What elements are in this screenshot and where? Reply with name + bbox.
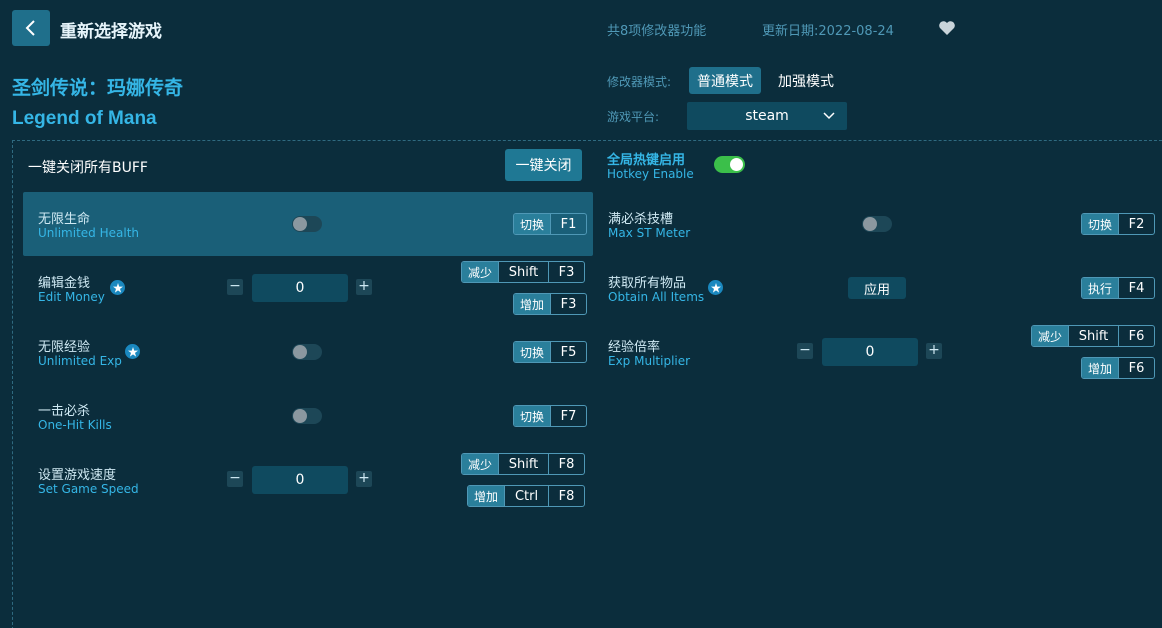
decrement-button[interactable]: − (227, 471, 243, 487)
page-title: 重新选择游戏 (60, 17, 162, 42)
star-icon (125, 344, 140, 359)
apply-button[interactable]: 应用 (848, 277, 906, 299)
edit-money-value[interactable]: 0 (252, 274, 348, 302)
decrement-button[interactable]: − (797, 343, 813, 359)
update-date: 更新日期:2022-08-24 (762, 20, 894, 39)
mode-label: 修改器模式: (607, 73, 671, 90)
mode-normal-button[interactable]: 普通模式 (689, 67, 761, 94)
hotkey-key: F7 (550, 406, 586, 426)
hotkey-key: F1 (550, 214, 586, 234)
hotkey-action-label: 减少 (1032, 326, 1068, 346)
max-st-meter-toggle[interactable] (862, 216, 892, 232)
decrement-button[interactable]: − (227, 279, 243, 295)
hotkey-toggle-f7[interactable]: 切换 F7 (513, 405, 587, 427)
feature-label-cn: 设置游戏速度 (38, 464, 116, 483)
hotkey-execute-f4[interactable]: 执行 F4 (1081, 277, 1155, 299)
hotkey-action-label: 增加 (468, 486, 504, 506)
feature-label-en: Unlimited Health (38, 226, 139, 240)
feature-label-en: Unlimited Exp (38, 354, 122, 368)
hotkey-toggle-f1[interactable]: 切换 F1 (513, 213, 587, 235)
chevron-down-icon (823, 110, 835, 120)
hotkey-key: Shift (498, 454, 548, 474)
feature-label-en: Set Game Speed (38, 482, 139, 496)
hotkey-action-label: 执行 (1082, 278, 1118, 298)
feature-label-en: One-Hit Kills (38, 418, 112, 432)
hotkey-decrease-shift-f8[interactable]: 减少 Shift F8 (461, 453, 585, 475)
all-off-label: 一键关闭所有BUFF (28, 157, 148, 177)
hotkey-key: F3 (548, 262, 584, 282)
hotkey-enable-label-cn: 全局热键启用 (607, 149, 685, 168)
platform-select[interactable]: steam (687, 102, 847, 130)
hotkey-toggle-f5[interactable]: 切换 F5 (513, 341, 587, 363)
star-icon (708, 280, 723, 295)
back-button[interactable] (12, 10, 50, 46)
toggle-knob (863, 217, 877, 231)
increment-button[interactable]: + (356, 279, 372, 295)
exp-multiplier-value[interactable]: 0 (822, 338, 918, 366)
hotkey-decrease-shift-f6[interactable]: 减少 Shift F6 (1031, 325, 1155, 347)
hotkey-key: F6 (1118, 358, 1154, 378)
platform-label: 游戏平台: (607, 108, 659, 125)
hotkey-key: F2 (1118, 214, 1154, 234)
feature-label-cn: 获取所有物品 (608, 272, 686, 291)
feature-count: 共8项修改器功能 (607, 20, 706, 39)
hotkey-enable-toggle[interactable] (714, 156, 745, 173)
hotkey-key: Ctrl (504, 486, 548, 506)
feature-label-cn: 无限经验 (38, 336, 90, 355)
increment-button[interactable]: + (356, 471, 372, 487)
increment-button[interactable]: + (926, 343, 942, 359)
heart-icon[interactable] (938, 20, 956, 36)
toggle-knob (293, 217, 307, 231)
toggle-knob (293, 345, 307, 359)
game-title-cn: 圣剑传说：玛娜传奇 (12, 73, 183, 100)
hotkey-key: Shift (498, 262, 548, 282)
hotkey-key: F5 (550, 342, 586, 362)
feature-label-cn: 一击必杀 (38, 400, 90, 419)
hotkey-key: F3 (550, 294, 586, 314)
all-off-button[interactable]: 一键关闭 (505, 149, 582, 181)
hotkey-toggle-f2[interactable]: 切换 F2 (1081, 213, 1155, 235)
hotkey-key: F8 (548, 454, 584, 474)
hotkey-key: F8 (548, 486, 584, 506)
toggle-knob (730, 158, 743, 171)
hotkey-key: F4 (1118, 278, 1154, 298)
hotkey-key: F6 (1118, 326, 1154, 346)
star-icon (110, 280, 125, 295)
hotkey-increase-ctrl-f8[interactable]: 增加 Ctrl F8 (467, 485, 585, 507)
hotkey-action-label: 切换 (514, 406, 550, 426)
feature-label-en: Exp Multiplier (608, 354, 690, 368)
hotkey-action-label: 增加 (514, 294, 550, 314)
feature-label-cn: 满必杀技槽 (608, 208, 673, 227)
hotkey-key: Shift (1068, 326, 1118, 346)
hotkey-enable-label-en: Hotkey Enable (607, 167, 694, 181)
game-title-en: Legend of Mana (12, 108, 157, 130)
feature-label-cn: 经验倍率 (608, 336, 660, 355)
hotkey-action-label: 切换 (1082, 214, 1118, 234)
game-speed-value[interactable]: 0 (252, 466, 348, 494)
feature-label-en: Max ST Meter (608, 226, 690, 240)
toggle-knob (293, 409, 307, 423)
unlimited-health-toggle[interactable] (292, 216, 322, 232)
feature-label-en: Edit Money (38, 290, 105, 304)
platform-value: steam (745, 108, 789, 124)
feature-label-cn: 无限生命 (38, 208, 90, 227)
hotkey-action-label: 增加 (1082, 358, 1118, 378)
chevron-left-icon (23, 19, 39, 37)
feature-label-en: Obtain All Items (608, 290, 704, 304)
hotkey-decrease-shift-f3[interactable]: 减少 Shift F3 (461, 261, 585, 283)
mode-enhanced-button[interactable]: 加强模式 (770, 67, 842, 94)
hotkey-increase-f6[interactable]: 增加 F6 (1081, 357, 1155, 379)
unlimited-exp-toggle[interactable] (292, 344, 322, 360)
hotkey-action-label: 减少 (462, 262, 498, 282)
hotkey-increase-f3[interactable]: 增加 F3 (513, 293, 587, 315)
hotkey-action-label: 切换 (514, 214, 550, 234)
one-hit-kills-toggle[interactable] (292, 408, 322, 424)
feature-label-cn: 编辑金钱 (38, 272, 90, 291)
hotkey-action-label: 切换 (514, 342, 550, 362)
hotkey-action-label: 减少 (462, 454, 498, 474)
